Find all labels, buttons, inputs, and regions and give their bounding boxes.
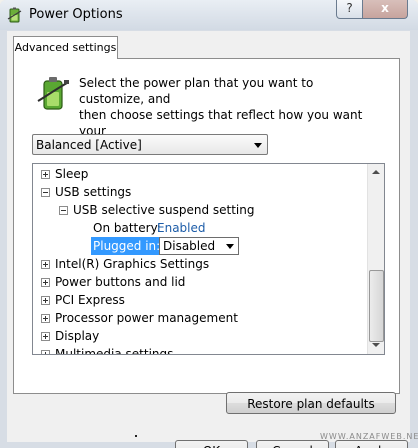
power-plan-value: Balanced [Active] bbox=[36, 138, 142, 152]
tree-scrollbar[interactable] bbox=[367, 164, 384, 354]
on-battery-value[interactable]: Enabled bbox=[157, 219, 206, 237]
power-options-icon bbox=[7, 7, 22, 23]
advanced-settings-panel: Select the power plan that you want to c… bbox=[13, 58, 400, 437]
dialog-body: Advanced settings Select the power plan … bbox=[7, 31, 410, 448]
chevron-down-icon bbox=[254, 143, 262, 148]
arrow-up-icon bbox=[372, 170, 380, 174]
help-button[interactable]: ? bbox=[336, 0, 363, 19]
tree-item-sleep[interactable]: Sleep bbox=[33, 165, 367, 183]
tree-item-intel-graphics[interactable]: Intel(R) Graphics Settings bbox=[33, 255, 367, 273]
tree-item-plugged-in[interactable]: Plugged in: Disabled bbox=[33, 237, 367, 255]
expand-icon[interactable] bbox=[41, 278, 50, 287]
expand-icon[interactable] bbox=[41, 350, 50, 354]
battery-power-icon bbox=[37, 77, 69, 110]
scroll-up-button[interactable] bbox=[368, 164, 384, 181]
power-options-window: Power Options ? x Advanced settings Sele… bbox=[0, 0, 418, 448]
tab-advanced-settings[interactable]: Advanced settings bbox=[13, 36, 118, 59]
on-battery-label: On battery: bbox=[93, 221, 161, 235]
settings-tree-list: Sleep USB settings USB selective suspend… bbox=[33, 164, 367, 354]
expand-icon[interactable] bbox=[41, 170, 50, 179]
tree-item-processor-power[interactable]: Processor power management bbox=[33, 309, 367, 327]
focus-dot bbox=[135, 435, 137, 437]
tree-item-display[interactable]: Display bbox=[33, 327, 367, 345]
plugged-in-label: Plugged in: bbox=[91, 237, 164, 255]
cancel-button[interactable]: Cancel bbox=[256, 440, 329, 448]
restore-plan-defaults-button[interactable]: Restore plan defaults bbox=[226, 392, 396, 414]
collapse-icon[interactable] bbox=[59, 206, 68, 215]
collapse-icon[interactable] bbox=[41, 188, 50, 197]
arrow-down-icon bbox=[372, 343, 380, 347]
ok-button[interactable]: OK bbox=[175, 440, 248, 448]
settings-tree[interactable]: Sleep USB settings USB selective suspend… bbox=[32, 163, 385, 355]
expand-icon[interactable] bbox=[41, 314, 50, 323]
expand-icon[interactable] bbox=[41, 332, 50, 341]
chevron-down-icon bbox=[226, 244, 234, 249]
scrollbar-thumb[interactable] bbox=[369, 270, 384, 342]
plugged-in-dropdown[interactable]: Disabled bbox=[159, 237, 239, 255]
watermark: WWW.ANZAFWEB.NET bbox=[320, 432, 418, 441]
plugged-in-value: Disabled bbox=[163, 239, 216, 253]
power-plan-dropdown[interactable]: Balanced [Active] bbox=[32, 134, 268, 155]
tree-item-multimedia[interactable]: Multimedia settings bbox=[33, 345, 367, 354]
tree-item-usb-selective-suspend[interactable]: USB selective suspend setting bbox=[33, 201, 367, 219]
title-bar[interactable]: Power Options ? x bbox=[0, 0, 418, 30]
close-button[interactable]: x bbox=[362, 0, 408, 19]
expand-icon[interactable] bbox=[41, 296, 50, 305]
tree-item-on-battery[interactable]: On battery: Enabled bbox=[33, 219, 367, 237]
window-title: Power Options bbox=[29, 7, 123, 22]
intro-line-1: Select the power plan that you want to c… bbox=[79, 76, 314, 106]
tree-item-pci-express[interactable]: PCI Express bbox=[33, 291, 367, 309]
tree-item-power-buttons[interactable]: Power buttons and lid bbox=[33, 273, 367, 291]
scroll-down-button[interactable] bbox=[368, 337, 384, 354]
tree-item-usb-settings[interactable]: USB settings bbox=[33, 183, 367, 201]
expand-icon[interactable] bbox=[41, 260, 50, 269]
apply-button[interactable]: Apply bbox=[335, 440, 408, 448]
